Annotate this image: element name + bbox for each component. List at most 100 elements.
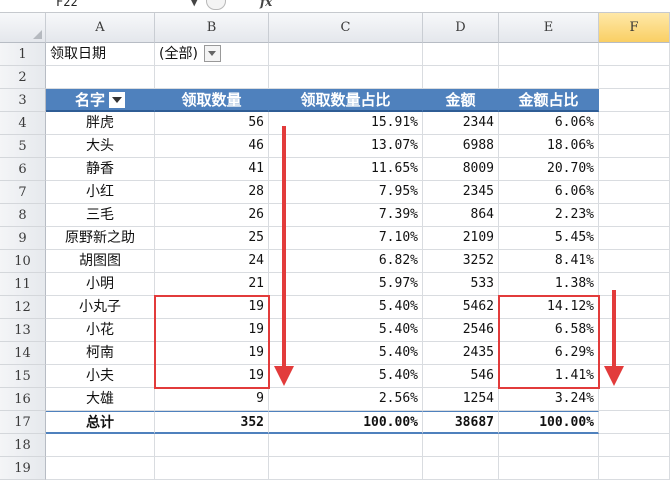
empty-cell[interactable] [599, 296, 670, 319]
row-header-18[interactable]: 18 [0, 434, 46, 457]
name-box[interactable]: F22 [56, 0, 206, 10]
table-row-amount[interactable]: 3252 [423, 250, 499, 273]
row-header-12[interactable]: 12 [0, 296, 46, 319]
column-header-d[interactable]: D [423, 13, 499, 43]
table-row-amount[interactable]: 2435 [423, 342, 499, 365]
table-row-amount-pct[interactable]: 6.06% [499, 181, 599, 204]
table-header-amount[interactable]: 金额 [423, 89, 499, 112]
empty-cell[interactable] [599, 365, 670, 388]
table-row-qty[interactable]: 19 [155, 365, 269, 388]
row-header-6[interactable]: 6 [0, 158, 46, 181]
row-header-14[interactable]: 14 [0, 342, 46, 365]
table-row-amount-pct[interactable]: 3.24% [499, 388, 599, 411]
row-header-5[interactable]: 5 [0, 135, 46, 158]
table-row-amount-pct[interactable]: 6.58% [499, 319, 599, 342]
empty-cell[interactable] [269, 457, 423, 480]
table-row-qty-pct[interactable]: 13.07% [269, 135, 423, 158]
total-qty[interactable]: 352 [155, 411, 269, 434]
row-header-9[interactable]: 9 [0, 227, 46, 250]
table-row-name[interactable]: 大雄 [46, 388, 155, 411]
empty-cell[interactable] [269, 66, 423, 89]
table-row-amount[interactable]: 2109 [423, 227, 499, 250]
row-header-2[interactable]: 2 [0, 66, 46, 89]
table-row-amount[interactable]: 864 [423, 204, 499, 227]
table-row-qty[interactable]: 28 [155, 181, 269, 204]
table-row-amount-pct[interactable]: 20.70% [499, 158, 599, 181]
name-filter-dropdown-icon[interactable] [109, 91, 125, 108]
table-header-amount_pct[interactable]: 金额占比 [499, 89, 599, 112]
table-row-amount-pct[interactable]: 1.38% [499, 273, 599, 296]
table-row-name[interactable]: 原野新之助 [46, 227, 155, 250]
table-row-amount-pct[interactable]: 2.23% [499, 204, 599, 227]
table-row-qty[interactable]: 19 [155, 319, 269, 342]
table-row-amount[interactable]: 546 [423, 365, 499, 388]
table-row-amount[interactable]: 5462 [423, 296, 499, 319]
table-header-qty_pct[interactable]: 领取数量占比 [269, 89, 423, 112]
total-label[interactable]: 总计 [46, 411, 155, 434]
table-row-name[interactable]: 静香 [46, 158, 155, 181]
table-row-name[interactable]: 胖虎 [46, 112, 155, 135]
table-row-name[interactable]: 小红 [46, 181, 155, 204]
table-row-name[interactable]: 小花 [46, 319, 155, 342]
empty-cell[interactable] [499, 434, 599, 457]
table-header-name[interactable]: 名字 [46, 89, 155, 112]
table-row-name[interactable]: 三毛 [46, 204, 155, 227]
empty-cell[interactable] [155, 434, 269, 457]
table-row-name[interactable]: 大头 [46, 135, 155, 158]
table-row-amount-pct[interactable]: 5.45% [499, 227, 599, 250]
table-row-qty-pct[interactable]: 2.56% [269, 388, 423, 411]
empty-cell[interactable] [599, 342, 670, 365]
column-header-b[interactable]: B [155, 13, 269, 43]
table-row-amount-pct[interactable]: 18.06% [499, 135, 599, 158]
empty-cell[interactable] [46, 457, 155, 480]
empty-cell[interactable] [499, 66, 599, 89]
table-row-qty[interactable]: 26 [155, 204, 269, 227]
column-header-a[interactable]: A [46, 13, 155, 43]
empty-cell[interactable] [269, 434, 423, 457]
table-row-amount[interactable]: 2344 [423, 112, 499, 135]
formula-cancel-icon[interactable] [206, 0, 226, 10]
row-header-17[interactable]: 17 [0, 411, 46, 434]
table-row-qty[interactable]: 46 [155, 135, 269, 158]
row-header-11[interactable]: 11 [0, 273, 46, 296]
name-box-dropdown-icon[interactable]: ▼ [190, 0, 198, 10]
empty-cell[interactable] [423, 434, 499, 457]
row-header-16[interactable]: 16 [0, 388, 46, 411]
table-row-name[interactable]: 小夫 [46, 365, 155, 388]
table-row-qty-pct[interactable]: 5.97% [269, 273, 423, 296]
table-row-qty[interactable]: 25 [155, 227, 269, 250]
empty-cell[interactable] [599, 204, 670, 227]
empty-cell[interactable] [599, 250, 670, 273]
empty-cell[interactable] [599, 411, 670, 434]
table-row-qty[interactable]: 24 [155, 250, 269, 273]
empty-cell[interactable] [155, 457, 269, 480]
table-row-amount[interactable]: 6988 [423, 135, 499, 158]
empty-cell[interactable] [499, 457, 599, 480]
empty-cell[interactable] [423, 43, 499, 66]
table-row-amount-pct[interactable]: 8.41% [499, 250, 599, 273]
table-row-qty[interactable]: 9 [155, 388, 269, 411]
empty-cell[interactable] [599, 227, 670, 250]
total-qty-pct[interactable]: 100.00% [269, 411, 423, 434]
column-header-e[interactable]: E [499, 13, 599, 43]
insert-function-icon[interactable]: fx [260, 0, 272, 10]
table-row-qty-pct[interactable]: 7.39% [269, 204, 423, 227]
table-row-amount-pct[interactable]: 1.41% [499, 365, 599, 388]
empty-cell[interactable] [269, 43, 423, 66]
row-header-19[interactable]: 19 [0, 457, 46, 480]
filter-label[interactable]: 领取日期 [46, 43, 155, 66]
table-row-name[interactable]: 胡图图 [46, 250, 155, 273]
total-amount[interactable]: 38687 [423, 411, 499, 434]
empty-cell[interactable] [599, 181, 670, 204]
table-row-qty-pct[interactable]: 11.65% [269, 158, 423, 181]
table-row-amount-pct[interactable]: 6.29% [499, 342, 599, 365]
empty-cell[interactable] [599, 43, 670, 66]
table-header-qty[interactable]: 领取数量 [155, 89, 269, 112]
table-row-qty-pct[interactable]: 6.82% [269, 250, 423, 273]
empty-cell[interactable] [599, 457, 670, 480]
empty-cell[interactable] [599, 135, 670, 158]
empty-cell[interactable] [155, 66, 269, 89]
empty-cell[interactable] [599, 273, 670, 296]
select-all-corner[interactable] [0, 13, 46, 43]
empty-cell[interactable] [46, 66, 155, 89]
